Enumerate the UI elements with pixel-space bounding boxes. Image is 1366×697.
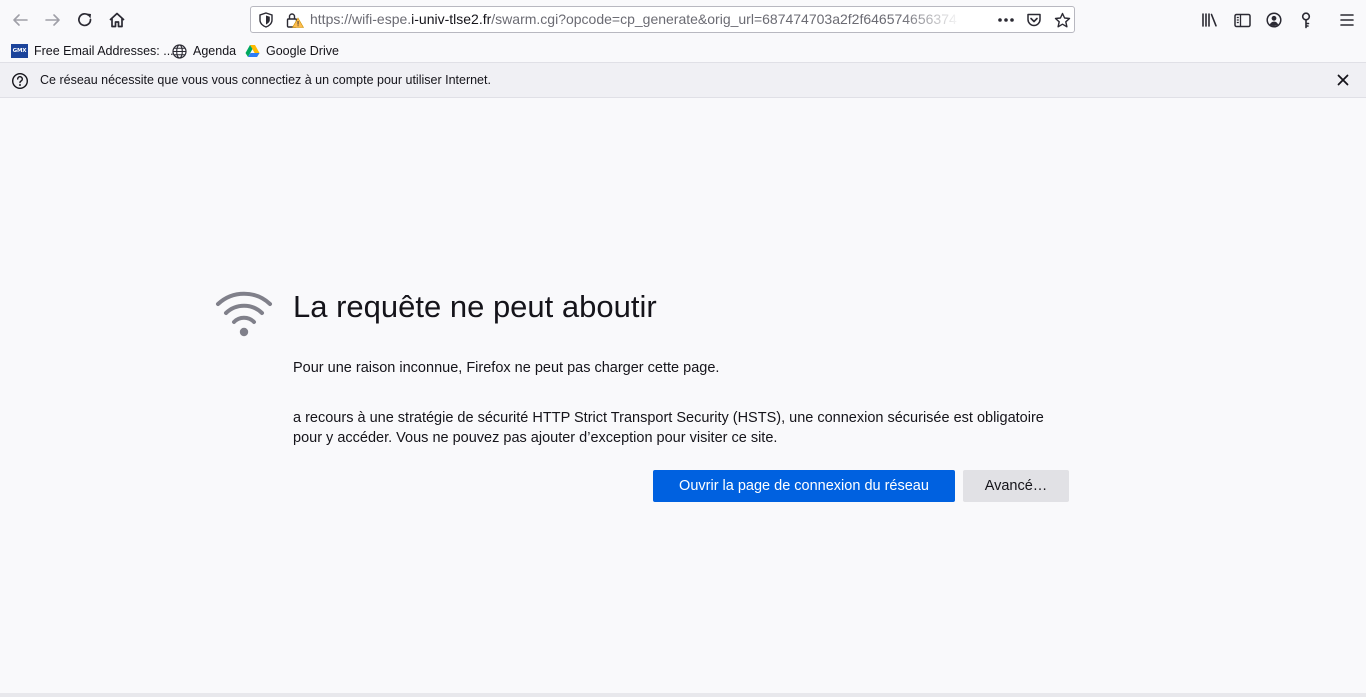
page-title: La requête ne peut aboutir xyxy=(293,289,657,324)
navigation-toolbar: https://wifi-espe.i-univ-tlse2.fr/swarm.… xyxy=(0,0,1366,40)
library-button[interactable] xyxy=(1194,4,1226,36)
url-fade xyxy=(901,9,961,30)
url-path: /swarm.cgi?opcode=cp_generate&orig_url=6… xyxy=(491,11,957,27)
pocket-button[interactable] xyxy=(1024,10,1044,30)
sidebar-icon xyxy=(1233,13,1251,27)
bookmarks-toolbar: GMX Free Email Addresses: ... Agenda Goo… xyxy=(0,40,1366,62)
window-bottom-edge xyxy=(0,693,1366,697)
open-network-login-button[interactable]: Ouvrir la page de connexion du réseau xyxy=(653,470,955,502)
google-drive-icon xyxy=(245,45,260,57)
account-icon xyxy=(1266,12,1282,28)
library-icon xyxy=(1202,13,1217,27)
home-icon xyxy=(109,12,125,28)
notification-close-button[interactable] xyxy=(1334,71,1352,89)
home-button[interactable] xyxy=(101,4,133,36)
page-actions-button[interactable] xyxy=(996,10,1016,30)
reload-icon xyxy=(78,12,92,27)
star-icon xyxy=(1054,12,1070,27)
captive-portal-notification: Ce réseau nécessite que vous vous connec… xyxy=(0,62,1366,98)
passwords-button[interactable] xyxy=(1290,4,1322,36)
notification-text: Ce réseau nécessite que vous vous connec… xyxy=(40,73,491,87)
close-icon xyxy=(1337,74,1349,86)
forward-button[interactable] xyxy=(37,4,69,36)
bookmark-label: Google Drive xyxy=(266,44,339,58)
key-icon xyxy=(1301,11,1311,28)
insecure-lock-icon[interactable] xyxy=(286,12,304,28)
bookmark-label: Agenda xyxy=(193,44,237,58)
account-button[interactable] xyxy=(1258,4,1290,36)
bookmark-agenda[interactable]: Agenda xyxy=(172,42,236,60)
bookmark-google-drive[interactable]: Google Drive xyxy=(245,42,339,60)
sidebar-button[interactable] xyxy=(1226,4,1258,36)
url-text[interactable]: https://wifi-espe.i-univ-tlse2.fr/swarm.… xyxy=(310,7,960,32)
wifi-icon xyxy=(216,291,272,337)
hsts-explanation: a recours à une stratégie de sécurité HT… xyxy=(293,410,1044,446)
globe-icon xyxy=(172,43,187,59)
menu-button[interactable] xyxy=(1331,4,1363,36)
arrow-left-icon xyxy=(13,14,28,26)
ellipsis-icon xyxy=(998,18,1014,22)
url-domain: i-univ-tlse2.fr xyxy=(411,11,492,27)
question-circle-icon xyxy=(11,72,29,90)
error-description: Pour une raison inconnue, Firefox ne peu… xyxy=(293,360,720,376)
hamburger-menu-icon xyxy=(1340,14,1354,26)
gmx-favicon: GMX xyxy=(11,44,28,58)
back-button[interactable] xyxy=(4,4,36,36)
url-bar[interactable]: https://wifi-espe.i-univ-tlse2.fr/swarm.… xyxy=(250,6,1075,33)
reload-button[interactable] xyxy=(69,4,101,36)
bookmark-star-button[interactable] xyxy=(1052,10,1072,30)
bookmark-gmx[interactable]: GMX Free Email Addresses: ... xyxy=(11,42,174,60)
url-prefix: https://wifi-espe. xyxy=(310,11,412,27)
bookmark-label: Free Email Addresses: ... xyxy=(34,44,174,58)
arrow-right-icon xyxy=(45,14,60,26)
advanced-button[interactable]: Avancé… xyxy=(963,470,1069,502)
pocket-icon xyxy=(1027,13,1041,27)
tracking-protection-icon[interactable] xyxy=(258,12,274,28)
